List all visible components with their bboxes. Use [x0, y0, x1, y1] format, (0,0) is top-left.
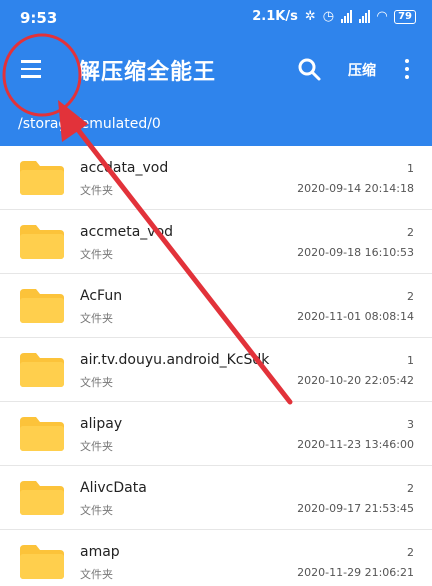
- file-row[interactable]: accdata_vod 文件夹 1 2020-09-14 20:14:18: [0, 146, 432, 210]
- wifi-icon: ◠: [377, 9, 388, 24]
- menu-icon[interactable]: [14, 54, 48, 84]
- file-item-count: 3: [407, 418, 414, 431]
- net-speed: 2.1K/s: [252, 9, 298, 24]
- folder-icon: [20, 225, 64, 259]
- file-date: 2020-09-18 16:10:53: [297, 246, 414, 259]
- file-name: alipay: [80, 416, 123, 432]
- file-date: 2020-09-14 20:14:18: [297, 182, 414, 195]
- app-title: 解压缩全能王: [78, 60, 217, 85]
- folder-icon: [20, 353, 64, 387]
- file-list: accdata_vod 文件夹 1 2020-09-14 20:14:18 accmet…: [0, 146, 432, 586]
- file-type: 文件夹: [80, 504, 113, 517]
- file-row[interactable]: AcFun 文件夹 2 2020-11-01 08:08:14: [0, 274, 432, 338]
- file-row[interactable]: alipay 文件夹 3 2020-11-23 13:46:00: [0, 402, 432, 466]
- file-name: accmeta_vod: [80, 224, 174, 240]
- file-name: air.tv.douyu.android_KcSdk: [80, 352, 270, 368]
- signal-2-icon: [359, 10, 371, 23]
- more-vert-icon[interactable]: [402, 56, 412, 82]
- file-date: 2020-10-20 22:05:42: [297, 374, 414, 387]
- file-date: 2020-11-23 13:46:00: [297, 438, 414, 451]
- file-item-count: 2: [407, 482, 414, 495]
- file-name: AlivcData: [80, 480, 147, 496]
- status-icons: 2.1K/s ✲ ◷ ◠ 79: [252, 9, 416, 24]
- folder-icon: [20, 161, 64, 195]
- file-date: 2020-09-17 21:53:45: [297, 502, 414, 515]
- app-bar: 解压缩全能王 压缩: [0, 36, 432, 102]
- file-row[interactable]: amap 文件夹 2 2020-11-29 21:06:21: [0, 530, 432, 586]
- compress-button[interactable]: 压缩: [348, 60, 376, 80]
- folder-icon: [20, 481, 64, 515]
- file-name: amap: [80, 544, 120, 560]
- folder-icon: [20, 545, 64, 579]
- file-name: accdata_vod: [80, 160, 169, 176]
- current-path: /storage/emulated/0: [18, 116, 161, 132]
- file-row[interactable]: accmeta_vod 文件夹 2 2020-09-18 16:10:53: [0, 210, 432, 274]
- file-date: 2020-11-29 21:06:21: [297, 566, 414, 579]
- path-bar: /storage/emulated/0: [0, 102, 432, 146]
- file-item-count: 2: [407, 290, 414, 303]
- folder-icon: [20, 417, 64, 451]
- signal-1-icon: [341, 10, 353, 23]
- file-row[interactable]: air.tv.douyu.android_KcSdk 文件夹 1 2020-10-20…: [0, 338, 432, 402]
- status-bar: 9:53 2.1K/s ✲ ◷ ◠ 79: [0, 0, 432, 36]
- folder-icon: [20, 289, 64, 323]
- status-time: 9:53: [20, 9, 58, 27]
- file-name: AcFun: [80, 288, 123, 304]
- alarm-icon: ◷: [322, 9, 335, 24]
- file-item-count: 1: [407, 162, 414, 175]
- file-type: 文件夹: [80, 184, 113, 197]
- search-icon[interactable]: [296, 56, 322, 82]
- battery-icon: 79: [394, 9, 416, 24]
- file-item-count: 2: [407, 546, 414, 559]
- file-type: 文件夹: [80, 312, 113, 325]
- file-item-count: 1: [407, 354, 414, 367]
- file-date: 2020-11-01 08:08:14: [297, 310, 414, 323]
- file-type: 文件夹: [80, 376, 113, 389]
- file-item-count: 2: [407, 226, 414, 239]
- file-type: 文件夹: [80, 568, 113, 581]
- file-type: 文件夹: [80, 440, 113, 453]
- bluetooth-icon: ✲: [304, 9, 316, 24]
- file-row[interactable]: AlivcData 文件夹 2 2020-09-17 21:53:45: [0, 466, 432, 530]
- file-type: 文件夹: [80, 248, 113, 261]
